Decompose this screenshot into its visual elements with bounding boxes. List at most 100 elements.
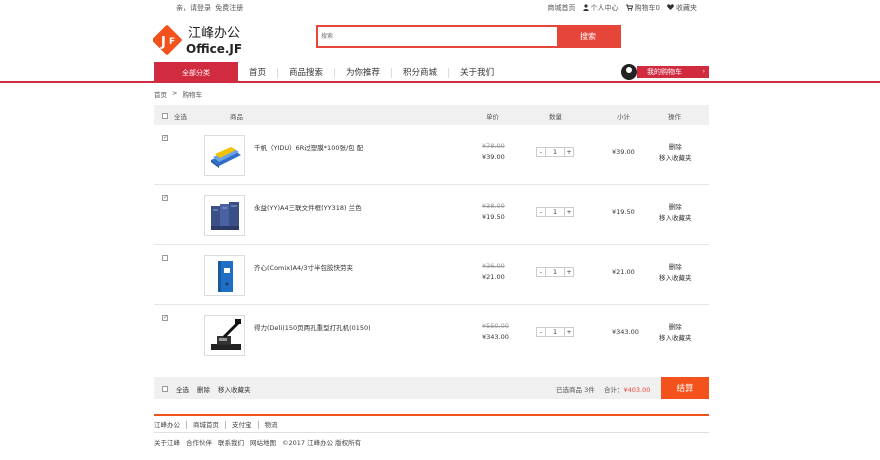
- top-link-account[interactable]: 个人中心: [582, 3, 619, 13]
- row-checkbox[interactable]: [162, 134, 168, 141]
- qty-minus-button[interactable]: -: [537, 208, 546, 216]
- my-cart-label: 我的购物车: [647, 68, 682, 76]
- move-to-favorites-link[interactable]: 移入收藏夹: [659, 273, 692, 284]
- footer-link[interactable]: 商城首页: [187, 421, 226, 429]
- product-image-binder[interactable]: [204, 255, 245, 296]
- delete-link[interactable]: 删除: [659, 202, 692, 213]
- row-checkbox[interactable]: [162, 255, 168, 261]
- top-link-cart-label: 购物车0: [634, 4, 660, 12]
- footer-link[interactable]: 支付宝: [226, 421, 259, 429]
- qty-plus-button[interactable]: +: [564, 208, 573, 216]
- select-all-label: 全选: [174, 113, 187, 121]
- selected-count: 已选商品 3件: [556, 384, 595, 394]
- nav-item-about[interactable]: 关于我们: [449, 68, 505, 78]
- move-to-favorites-link[interactable]: 移入收藏夹: [659, 153, 692, 164]
- qty-minus-button[interactable]: -: [537, 268, 546, 276]
- register-link[interactable]: 免费注册: [215, 4, 243, 12]
- qty-minus-button[interactable]: -: [537, 328, 546, 336]
- login-prompt: 亲，请登录 免费注册: [176, 3, 245, 13]
- qty-input[interactable]: 1: [546, 328, 564, 336]
- qty-plus-button[interactable]: +: [564, 268, 573, 276]
- login-link[interactable]: 亲，请登录: [176, 4, 211, 12]
- row-actions: 删除 移入收藏夹: [659, 262, 692, 284]
- header-unit-price: 单价: [486, 113, 499, 121]
- top-link-cart[interactable]: 购物车0: [625, 3, 660, 13]
- cart-icon: [625, 4, 633, 13]
- top-link-home[interactable]: 商城首页: [548, 3, 576, 13]
- row-subtotal: ¥19.50: [612, 208, 635, 216]
- my-cart-button[interactable]: 我的购物车 ›: [621, 64, 709, 80]
- footer-bottom-link[interactable]: 关于江峰: [154, 437, 180, 447]
- row-actions: 删除 移入收藏夹: [659, 202, 692, 224]
- summary-favorite-link[interactable]: 移入收藏夹: [218, 384, 251, 394]
- delete-link[interactable]: 删除: [659, 262, 692, 273]
- top-link-favorites[interactable]: 收藏夹: [667, 3, 697, 13]
- qty-input[interactable]: 1: [546, 208, 564, 216]
- breadcrumb-current: 购物车: [182, 91, 202, 99]
- selected-value: 3件: [584, 386, 595, 394]
- quantity-stepper: - 1 +: [536, 327, 574, 337]
- row-actions: 删除 移入收藏夹: [659, 142, 692, 164]
- qty-plus-button[interactable]: +: [564, 328, 573, 336]
- my-cart-pill: 我的购物车 ›: [637, 66, 709, 78]
- product-name[interactable]: 千帆（YIDU）6R过塑膜*100张/包 配: [254, 142, 363, 152]
- qty-input[interactable]: 1: [546, 268, 564, 276]
- select-all-header: 全选: [162, 111, 187, 121]
- checkout-button[interactable]: 结算: [661, 377, 709, 399]
- row-checkbox[interactable]: [162, 194, 168, 201]
- unit-price: ¥39.00: [482, 153, 505, 161]
- product-name[interactable]: 齐心(Comix)A4/3寸半包胶快劳夹: [254, 262, 353, 272]
- unit-price: ¥19.50: [482, 213, 505, 221]
- summary-select-all-label[interactable]: 全选: [176, 384, 189, 394]
- footer-link[interactable]: 物流: [259, 421, 284, 429]
- product-name[interactable]: 永益(YY)A4三联文件框(YY318) 兰色: [254, 202, 362, 212]
- original-price: ¥36.00: [482, 262, 505, 270]
- svg-text:F: F: [169, 37, 175, 47]
- qty-plus-button[interactable]: +: [564, 148, 573, 156]
- row-subtotal: ¥39.00: [612, 148, 635, 156]
- top-link-favorites-label: 收藏夹: [676, 4, 697, 12]
- nav-item-points-mall[interactable]: 积分商城: [392, 67, 450, 78]
- select-all-checkbox[interactable]: [162, 113, 168, 119]
- summary-select-all-checkbox[interactable]: [162, 386, 168, 392]
- avatar: [621, 64, 637, 80]
- nav-item-search[interactable]: 商品搜索: [278, 67, 336, 78]
- row-subtotal: ¥21.00: [612, 268, 635, 276]
- cart-summary-bar: 全选 删除 移入收藏夹 已选商品 3件 合计：¥403.00 结算: [154, 377, 709, 399]
- footer-bottom-link[interactable]: 网站地图: [250, 437, 276, 447]
- delete-link[interactable]: 删除: [659, 142, 692, 153]
- qty-minus-button[interactable]: -: [537, 148, 546, 156]
- cart-table-header: 全选 商品 单价 数量 小计 操作: [154, 105, 709, 125]
- footer-link[interactable]: 江峰办公: [154, 421, 187, 429]
- breadcrumb-separator: >: [172, 89, 178, 97]
- move-to-favorites-link[interactable]: 移入收藏夹: [659, 213, 692, 224]
- header-quantity: 数量: [549, 113, 562, 121]
- qty-input[interactable]: 1: [546, 148, 564, 156]
- search-button[interactable]: 搜索: [557, 25, 619, 48]
- total-label: 合计：: [604, 386, 624, 394]
- product-image-file-rack[interactable]: [204, 195, 245, 236]
- footer-bottom-link[interactable]: 联系我们: [218, 437, 244, 447]
- all-categories-button[interactable]: 全部分类: [154, 62, 238, 83]
- breadcrumb-home[interactable]: 首页: [154, 89, 167, 99]
- nav-item-recommend[interactable]: 为你推荐: [335, 67, 393, 78]
- unit-price: ¥21.00: [482, 273, 505, 281]
- row-actions: 删除 移入收藏夹: [659, 322, 692, 344]
- original-price: ¥78.00: [482, 142, 505, 150]
- footer-links: 江峰办公 商城首页 支付宝 物流: [154, 421, 284, 429]
- summary-actions: 全选 删除 移入收藏夹: [162, 384, 251, 394]
- product-image-laminating-film[interactable]: [204, 135, 245, 176]
- footer-bottom-link[interactable]: 合作伙伴: [186, 437, 212, 447]
- move-to-favorites-link[interactable]: 移入收藏夹: [659, 333, 692, 344]
- delete-link[interactable]: 删除: [659, 322, 692, 333]
- product-name[interactable]: 得力(Deli)150页两孔重型打孔机(0150): [254, 322, 371, 332]
- site-logo[interactable]: J F 江峰办公 Office.JF: [152, 22, 253, 58]
- search-input[interactable]: [318, 27, 561, 46]
- row-checkbox[interactable]: [162, 314, 168, 321]
- summary-delete-link[interactable]: 删除: [197, 384, 210, 394]
- nav-item-home[interactable]: 首页: [238, 67, 279, 78]
- selected-label: 已选商品: [556, 386, 582, 394]
- search-bar: 搜索: [316, 25, 621, 48]
- table-row: 齐心(Comix)A4/3寸半包胶快劳夹 ¥36.00 ¥21.00 - 1 +…: [154, 245, 709, 305]
- product-image-hole-punch[interactable]: [204, 315, 245, 356]
